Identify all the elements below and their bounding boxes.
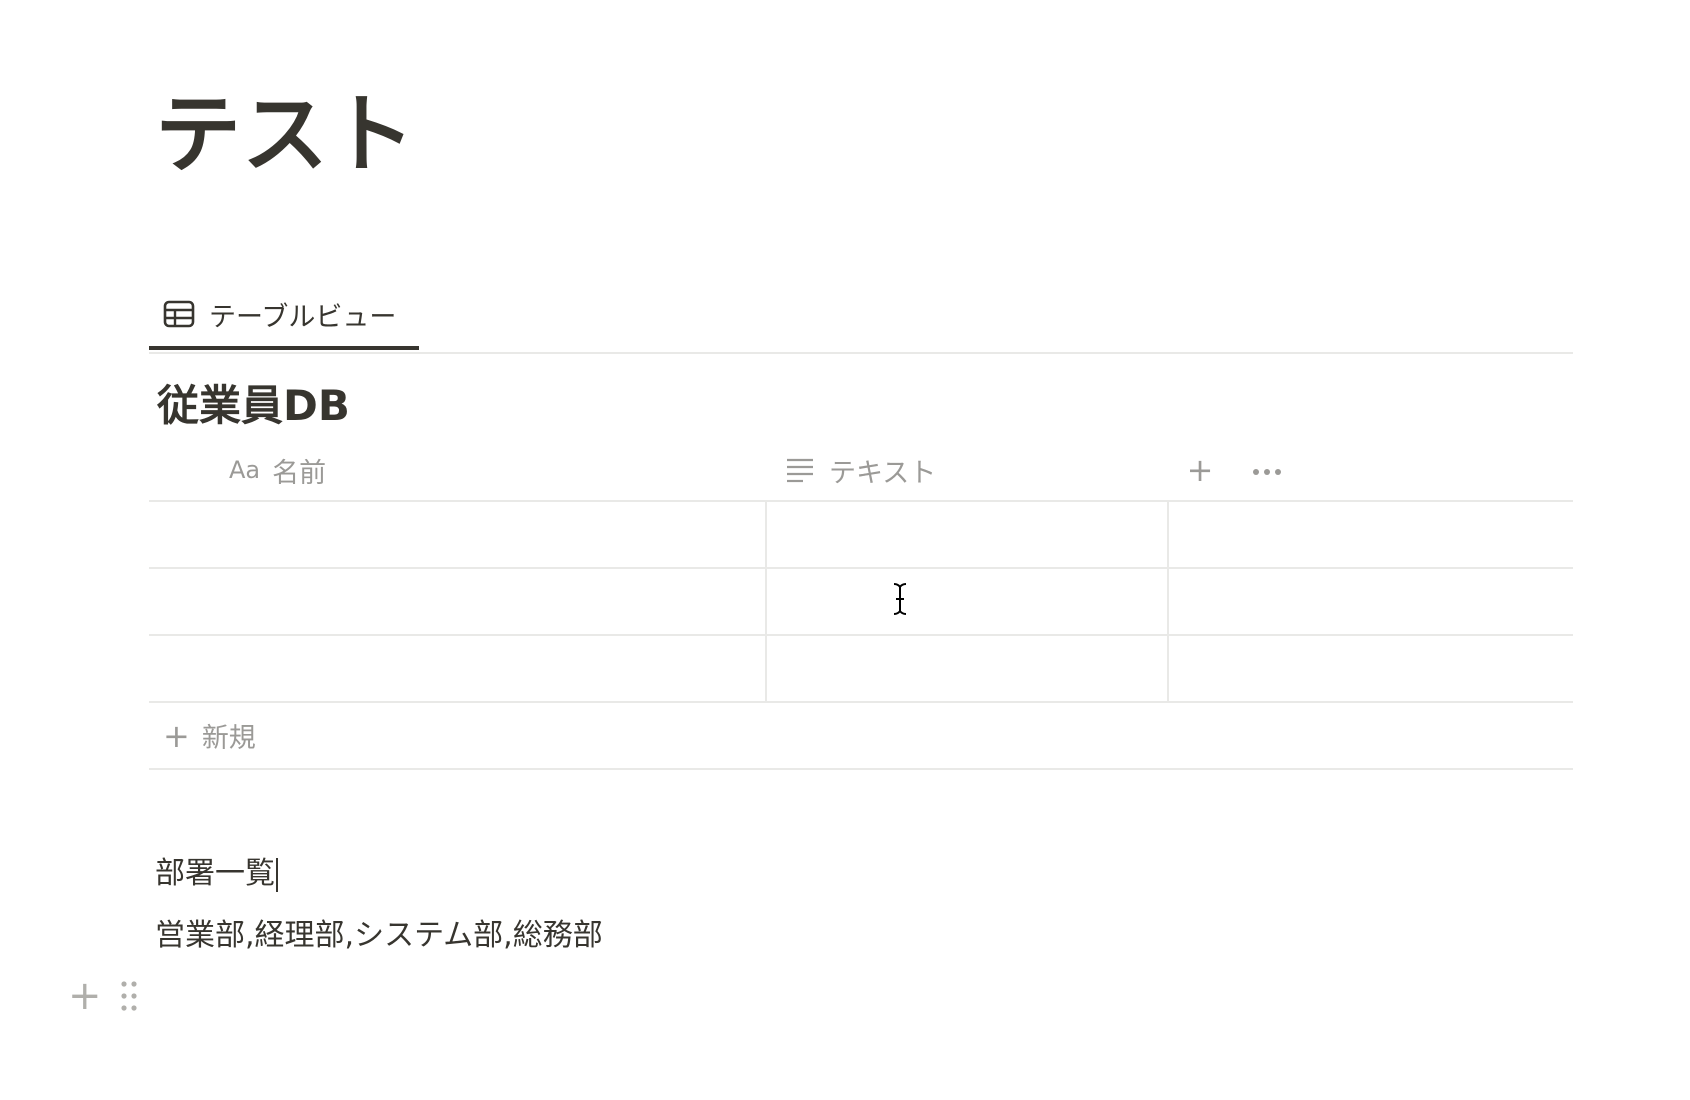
table-header-row: Aa 名前 テキスト + [149,440,1573,502]
text-lines-icon [785,457,815,483]
cell-name[interactable] [149,502,767,567]
paragraph-block[interactable]: 営業部,経理部,システム部,総務部 [155,910,603,954]
database-title[interactable]: 従業員DB [157,372,350,433]
cell-empty[interactable] [1169,636,1573,701]
column-header-name[interactable]: Aa 名前 [229,440,326,500]
title-property-icon: Aa [229,456,261,484]
view-tabs: テーブルビュー [149,282,1573,354]
text-cursor-icon [892,582,908,620]
table-row [149,569,1573,636]
table-row [149,502,1573,569]
new-row-label: 新規 [201,723,256,754]
cell-text[interactable] [767,502,1169,567]
paragraph-text: 部署一覧 [155,856,275,891]
new-row-button[interactable]: + 新規 [149,703,1573,770]
plus-icon: + [163,716,190,755]
database-table: Aa 名前 テキスト + + 新規 [149,440,1573,770]
cell-empty[interactable] [1169,569,1573,634]
cell-name[interactable] [149,569,767,634]
table-row [149,636,1573,703]
plus-icon: + [1186,451,1214,489]
add-block-icon[interactable]: + [68,976,102,1016]
ellipsis-icon [1252,461,1282,480]
tab-table-view[interactable]: テーブルビュー [149,282,419,350]
text-caret [276,857,278,892]
tab-label: テーブルビュー [209,301,397,333]
drag-handle-icon[interactable] [120,980,138,1012]
cell-name[interactable] [149,636,767,701]
cell-text[interactable] [767,569,1169,634]
cell-empty[interactable] [1169,502,1573,567]
block-controls: + [68,976,138,1016]
column-header-label: テキスト [829,457,937,489]
paragraph-block[interactable]: 部署一覧 [155,848,278,892]
page-title[interactable]: テスト [155,88,416,183]
more-options-button[interactable] [1247,440,1287,500]
table-icon [163,300,195,328]
column-header-text[interactable]: テキスト [785,440,936,500]
column-header-label: 名前 [272,457,327,489]
cell-text[interactable] [767,636,1169,701]
add-column-button[interactable]: + [1183,440,1217,500]
page: テスト テーブルビュー 従業員DB Aa 名前 テキスト + + 新規 部署一覧… [0,0,1690,1100]
